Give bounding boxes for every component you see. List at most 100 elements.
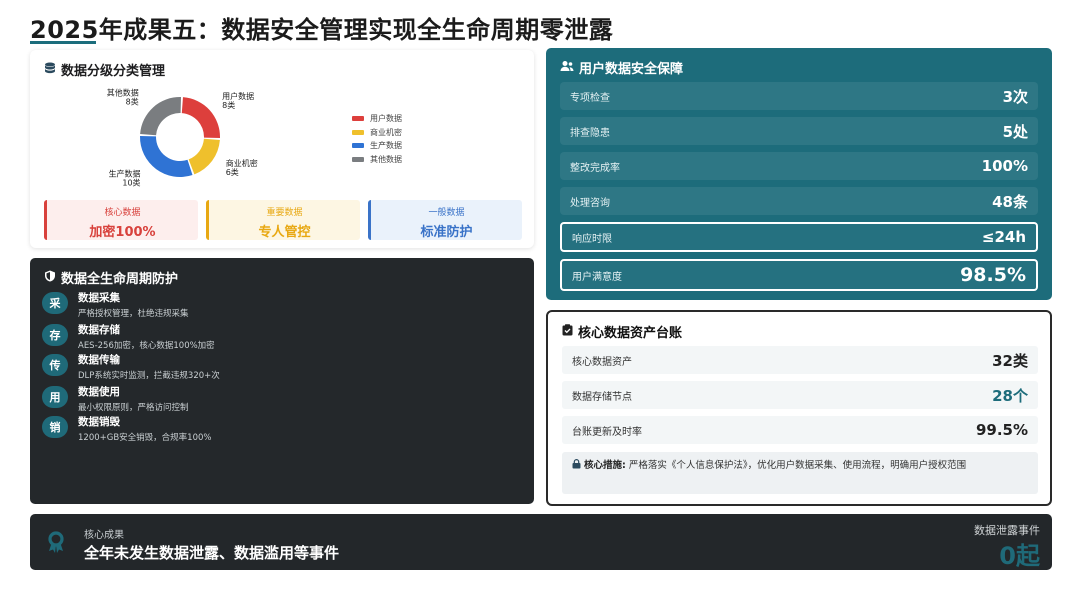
ledger-row-value: 28个	[992, 386, 1028, 405]
legend-item: 生产数据	[352, 139, 402, 153]
slice-label-name: 其他数据	[107, 88, 139, 98]
stage-title: 数据采集	[78, 292, 120, 304]
donut-chart: 用户数据8类商业机密6类生产数据10类其他数据8类	[107, 88, 258, 188]
user-metric-label: 整改完成率	[570, 162, 620, 174]
bottom-label: 核心成果	[84, 530, 124, 541]
user-security-heading-text: 用户数据安全保障	[579, 62, 684, 77]
stage-title: 数据使用	[78, 386, 120, 398]
user-metric-row: 整改完成率 100%	[560, 152, 1038, 180]
shield-icon	[44, 270, 56, 286]
legend-item: 用户数据	[352, 112, 402, 126]
stage-title: 数据存储	[78, 324, 120, 336]
ledger-row: 核心数据资产 32类	[562, 346, 1038, 374]
ledger-heading-text: 核心数据资产台账	[578, 326, 683, 341]
ledger-row: 台账更新及时率 99.5%	[562, 416, 1038, 444]
lifecycle-heading-text: 数据全生命周期防护	[61, 272, 179, 287]
lifecycle-stage: 用 数据使用最小权限原则，严格访问控制	[42, 384, 189, 414]
user-metric-value: 5处	[1002, 122, 1028, 141]
title-underline	[30, 41, 96, 44]
legend-swatch	[352, 156, 364, 162]
legend-label: 生产数据	[370, 141, 402, 151]
ledger-row-label: 台账更新及时率	[572, 426, 642, 438]
page-title: 2025年成果五：数据安全管理实现全生命周期零泄露	[30, 16, 614, 44]
ledger-row-label: 核心数据资产	[572, 356, 632, 368]
donut-slice	[140, 97, 181, 136]
stage-badge: 用	[42, 386, 68, 408]
ledger-row-label: 数据存储节点	[572, 391, 632, 403]
user-metric-label: 处理咨询	[570, 197, 610, 209]
user-metric-value: 3次	[1002, 87, 1028, 106]
lifecycle-heading: 数据全生命周期防护	[44, 268, 178, 287]
stage-desc: 严格授权管理，杜绝违规采集	[78, 309, 189, 319]
lifecycle-stage: 采 数据采集严格授权管理，杜绝违规采集	[42, 290, 189, 320]
tier-important-label: 重要数据	[266, 208, 303, 218]
donut-slice	[188, 138, 220, 175]
ledger-panel: 核心数据资产台账 核心数据资产 32类 数据存储节点 28个 台账更新及时率 9…	[546, 310, 1052, 506]
lifecycle-stage: 销 数据销毁 1200+GB安全销毁，合规率100%	[42, 414, 211, 444]
stage-desc: AES-256加密，核心数据100%加密	[78, 341, 215, 351]
legend-label: 其他数据	[370, 154, 402, 164]
donut-slice	[139, 136, 193, 177]
stage-badge: 传	[42, 354, 68, 376]
user-metric-row: 专项检查 3次	[560, 82, 1038, 110]
user-metric-row: 处理咨询 48条	[560, 187, 1038, 215]
slice-label-value: 10类	[122, 177, 140, 187]
ledger-row-value: 32类	[992, 351, 1028, 370]
lifecycle-stage: 存 数据存储 AES-256加密，核心数据100%加密	[42, 322, 215, 352]
bottom-summary-bar: 核心成果 全年未发生数据泄露、数据滥用等事件 数据泄露事件 0起	[30, 514, 1052, 570]
legend-item: 其他数据	[352, 153, 402, 167]
slice-label-name: 生产数据	[109, 168, 141, 178]
slice-label-name: 商业机密	[226, 158, 258, 168]
tier-general-value: 标准防护	[420, 225, 473, 240]
users-icon	[560, 60, 574, 76]
tier-core: 核心数据 加密100%	[44, 200, 198, 240]
stage-badge: 采	[42, 292, 68, 314]
leak-events-value: 0起	[999, 542, 1040, 570]
tier-general: 一般数据 标准防护	[368, 200, 522, 240]
ledger-note: 核心措施: 严格落实《个人信息保护法》，优化用户数据采集、使用流程，明确用户授权…	[562, 452, 1038, 494]
bottom-text: 全年未发生数据泄露、数据滥用等事件	[84, 544, 340, 562]
tier-general-label: 一般数据	[428, 208, 465, 218]
tier-important-value: 专人管控	[258, 225, 311, 240]
user-metric-value: 98.5%	[960, 264, 1026, 286]
user-metric-row-highlight: 响应时限 ≤24h	[560, 222, 1038, 252]
legend-label: 用户数据	[370, 114, 402, 124]
legend-swatch	[352, 129, 364, 135]
slice-label-name: 用户数据	[222, 91, 254, 101]
award-icon	[44, 530, 68, 558]
classification-panel: 数据分级分类管理 用户数据 8类 商业机密 6类 生产数据 10类 其他数据 8类 用户数据商…	[30, 50, 534, 248]
stage-desc: 最小权限原则，严格访问控制	[78, 403, 189, 413]
ledger-row: 数据存储节点 28个	[562, 381, 1038, 409]
ledger-note-text: 严格落实《个人信息保护法》，优化用户数据采集、使用流程，明确用户授权范围	[628, 460, 967, 471]
stage-badge: 存	[42, 324, 68, 346]
ledger-heading: 核心数据资产台账	[562, 322, 682, 341]
stage-title: 数据销毁	[78, 416, 120, 428]
legend-label: 商业机密	[370, 127, 402, 137]
donut-slice	[181, 97, 221, 138]
user-metric-label: 专项检查	[570, 92, 610, 104]
tier-core-label: 核心数据	[104, 208, 141, 218]
user-metric-row: 排查隐患 5处	[560, 117, 1038, 145]
lock-icon	[572, 459, 584, 471]
legend-swatch	[352, 143, 364, 149]
legend-swatch	[352, 116, 364, 122]
slice-label-value: 6类	[226, 167, 239, 177]
slice-label-value: 8类	[222, 100, 235, 110]
legend-item: 商业机密	[352, 126, 402, 140]
stage-badge: 销	[42, 416, 68, 438]
user-metric-value: ≤24h	[981, 228, 1026, 246]
ledger-note-key: 核心措施:	[584, 460, 626, 471]
tier-core-value: 加密100%	[89, 225, 156, 240]
clipboard-icon	[562, 323, 573, 340]
user-metric-label: 排查隐患	[570, 127, 610, 139]
slice-label-value: 8类	[126, 97, 139, 107]
user-metric-label: 用户满意度	[572, 271, 622, 283]
stage-desc: DLP系统实时监测，拦截违规320+次	[78, 371, 220, 381]
lifecycle-stage: 传 数据传输 DLP系统实时监测，拦截违规320+次	[42, 352, 220, 382]
user-security-panel: 用户数据安全保障 专项检查 3次 排查隐患 5处 整改完成率 100% 处理咨询…	[546, 48, 1052, 300]
user-metric-value: 48条	[992, 192, 1028, 211]
stage-title: 数据传输	[78, 354, 120, 366]
user-metric-value: 100%	[981, 157, 1028, 175]
user-metric-row-highlight: 用户满意度 98.5%	[560, 259, 1038, 291]
ledger-row-value: 99.5%	[975, 421, 1028, 439]
